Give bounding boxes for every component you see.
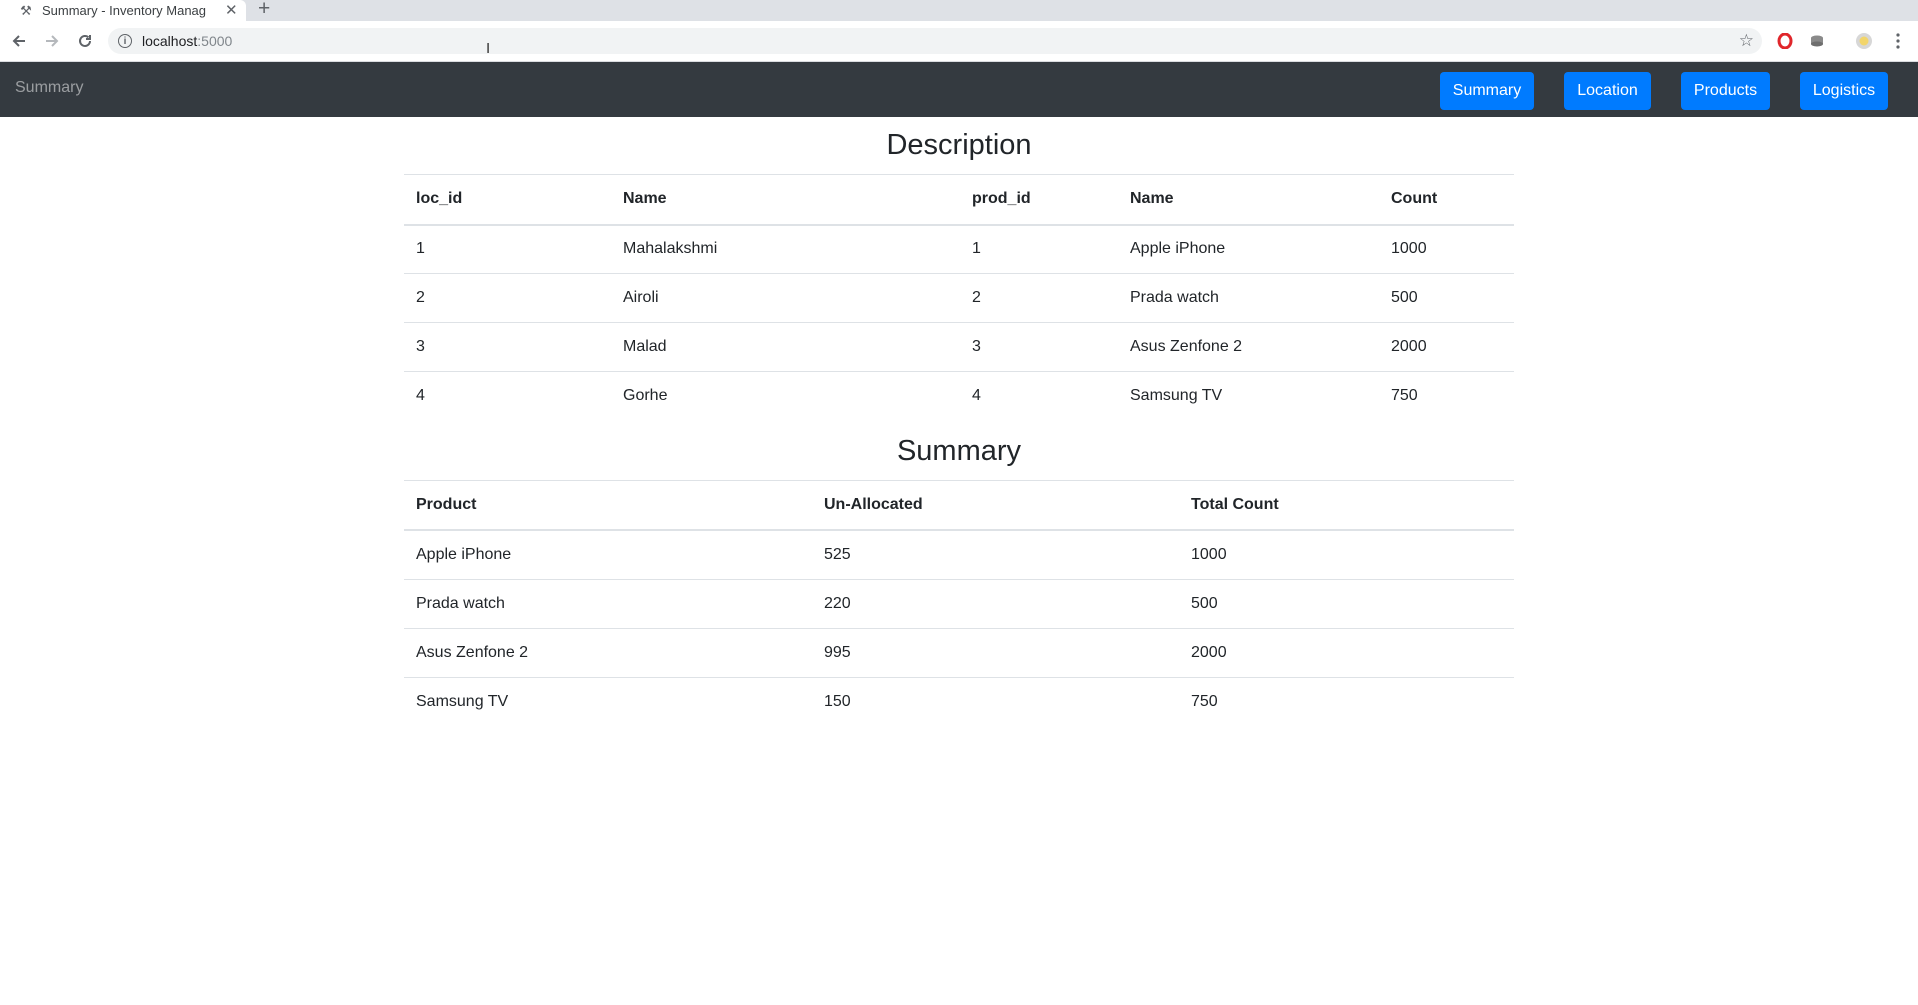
nav-summary-button[interactable]: Summary <box>1440 72 1534 110</box>
column-header: Name <box>1118 174 1379 226</box>
table-cell: 150 <box>812 676 1179 726</box>
table-cell: Malad <box>611 322 960 372</box>
browser-tabstrip: ⚒ Summary - Inventory Manag ✕ + <box>0 0 1918 21</box>
table-row: Apple iPhone 525 1000 <box>404 529 1514 579</box>
column-header: Name <box>611 174 960 226</box>
bookmark-star-icon[interactable]: ☆ <box>1739 31 1754 51</box>
opera-extension-icon[interactable] <box>1776 32 1794 50</box>
reload-icon <box>79 34 91 47</box>
table-cell: Samsung TV <box>404 676 812 726</box>
arrow-left-icon <box>12 35 25 47</box>
table-cell: 750 <box>1179 676 1514 726</box>
close-tab-icon[interactable]: ✕ <box>225 3 238 18</box>
description-table: loc_id Name prod_id Name Count 1 Mahalak… <box>404 174 1514 421</box>
table-cell: Prada watch <box>404 578 812 628</box>
tab-title: Summary - Inventory Manag <box>42 3 207 18</box>
table-row: Samsung TV 150 750 <box>404 676 1514 726</box>
profile-avatar-icon[interactable] <box>1855 32 1873 50</box>
column-header: prod_id <box>960 174 1118 226</box>
nav-products-button[interactable]: Products <box>1681 72 1770 110</box>
table-row: Prada watch 220 500 <box>404 578 1514 628</box>
table-cell: Airoli <box>611 273 960 323</box>
table-cell: 3 <box>960 322 1118 372</box>
table-row: Asus Zenfone 2 995 2000 <box>404 627 1514 677</box>
forward-button[interactable] <box>41 30 63 52</box>
arrow-right-icon <box>46 35 59 47</box>
address-bar[interactable]: i localhost:5000 ☆ <box>108 28 1762 54</box>
column-header: Un-Allocated <box>812 479 1179 531</box>
table-row: 2 Airoli 2 Prada watch 500 <box>404 273 1514 323</box>
summary-section: Summary Product Un-Allocated Total Count… <box>404 423 1514 726</box>
info-icon[interactable]: i <box>118 34 132 48</box>
summary-title: Summary <box>896 434 1022 467</box>
table-cell: 3 <box>404 322 611 372</box>
table-row: 3 Malad 3 Asus Zenfone 2 2000 <box>404 322 1514 372</box>
table-cell: 1000 <box>1379 224 1514 274</box>
table-cell: Gorhe <box>611 371 960 421</box>
description-title: Description <box>886 129 1032 161</box>
new-tab-button[interactable]: + <box>258 0 270 21</box>
table-cell: 1 <box>960 224 1118 274</box>
summary-table: Product Un-Allocated Total Count Apple i… <box>404 479 1514 726</box>
table-cell: 2 <box>960 273 1118 323</box>
table-cell: 525 <box>812 529 1179 579</box>
app-navbar: Summary Summary Location Products Logist… <box>0 62 1918 117</box>
table-cell: Prada watch <box>1118 273 1379 323</box>
table-cell: 220 <box>812 578 1179 628</box>
table-cell: 4 <box>960 371 1118 421</box>
back-button[interactable] <box>8 30 30 52</box>
favicon-icon: ⚒ <box>20 2 32 18</box>
table-cell: Asus Zenfone 2 <box>404 627 812 677</box>
browser-toolbar: i localhost:5000 ☆ <box>0 21 1918 62</box>
nav-logistics-button[interactable]: Logistics <box>1800 72 1888 110</box>
table-row: 4 Gorhe 4 Samsung TV 750 <box>404 371 1514 421</box>
table-cell: 995 <box>812 627 1179 677</box>
column-header: Count <box>1379 174 1514 226</box>
table-cell: 2000 <box>1179 627 1514 677</box>
table-cell: 4 <box>404 371 611 421</box>
table-row: 1 Mahalakshmi 1 Apple iPhone 1000 <box>404 224 1514 274</box>
reload-button[interactable] <box>74 30 96 52</box>
table-cell: 750 <box>1379 371 1514 421</box>
table-cell: Apple iPhone <box>1118 224 1379 274</box>
database-extension-icon[interactable] <box>1808 32 1826 50</box>
text-cursor-icon: I <box>486 40 491 57</box>
table-cell: 500 <box>1179 578 1514 628</box>
table-cell: Samsung TV <box>1118 371 1379 421</box>
url-host: localhost <box>142 33 198 49</box>
table-cell: 2 <box>404 273 611 323</box>
table-cell: Apple iPhone <box>404 529 812 579</box>
nav-location-button[interactable]: Location <box>1564 72 1651 110</box>
table-cell: 500 <box>1379 273 1514 323</box>
navbar-brand[interactable]: Summary <box>15 79 83 97</box>
main-content: Description loc_id Name prod_id Name Cou… <box>404 117 1514 726</box>
table-cell: Mahalakshmi <box>611 224 960 274</box>
column-header: Total Count <box>1179 479 1514 531</box>
menu-kebab-icon[interactable] <box>1889 32 1907 50</box>
table-cell: 1000 <box>1179 529 1514 579</box>
table-cell: 2000 <box>1379 322 1514 372</box>
browser-tab[interactable]: ⚒ Summary - Inventory Manag ✕ <box>0 0 246 21</box>
table-cell: Asus Zenfone 2 <box>1118 322 1379 372</box>
table-header-row: Product Un-Allocated Total Count <box>404 479 1514 531</box>
url-text: localhost:5000 <box>142 33 232 49</box>
url-port: :5000 <box>197 33 233 49</box>
column-header: loc_id <box>404 174 611 226</box>
table-header-row: loc_id Name prod_id Name Count <box>404 174 1514 226</box>
table-cell: 1 <box>404 224 611 274</box>
column-header: Product <box>404 479 812 531</box>
